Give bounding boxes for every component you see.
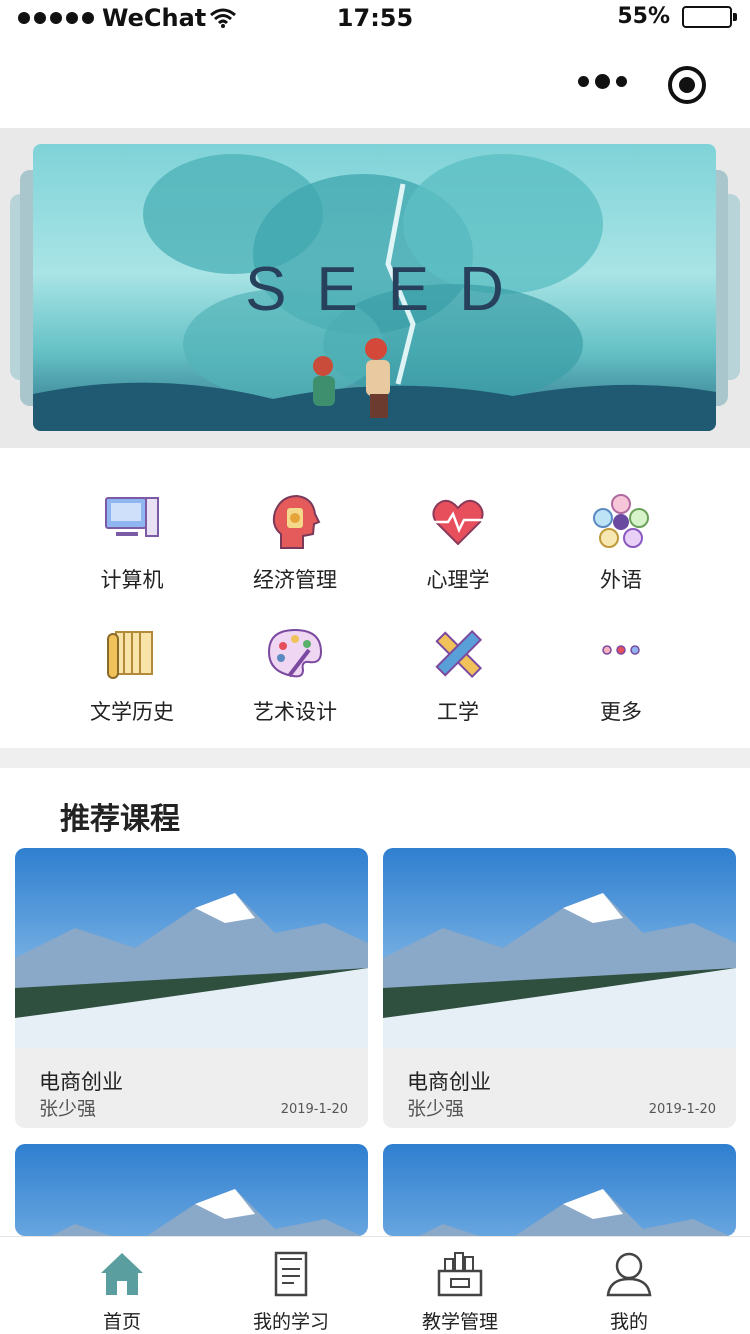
banner-image[interactable]: SEED	[33, 144, 716, 431]
navigation-bar	[0, 40, 750, 128]
banner-carousel[interactable]: SEED	[0, 128, 750, 448]
capsule-close-icon[interactable]	[668, 66, 706, 104]
tab-bar: 首页 我的学习 教学管理 我的	[0, 1236, 750, 1334]
category-label: 更多	[600, 700, 642, 724]
course-date: 2019-1-20	[648, 1102, 716, 1117]
more-dots-icon[interactable]	[578, 74, 627, 89]
management-icon	[437, 1252, 483, 1297]
category-engineering[interactable]: 工学	[383, 624, 533, 726]
ruler-pencil-icon	[435, 629, 483, 679]
palette-icon	[267, 628, 323, 678]
language-circles-icon	[593, 494, 649, 548]
category-label: 经济管理	[253, 568, 337, 592]
category-literature-history[interactable]: 文学历史	[57, 624, 207, 726]
battery-group: 55%	[617, 4, 737, 29]
banner-title: SEED	[245, 255, 534, 324]
category-label: 计算机	[100, 568, 164, 592]
category-label: 心理学	[426, 568, 490, 592]
tab-label: 教学管理	[421, 1311, 498, 1333]
category-psychology[interactable]: 心理学	[383, 492, 533, 594]
category-label: 文学历史	[90, 700, 174, 724]
category-more[interactable]: 更多	[546, 624, 696, 726]
tab-teaching-management[interactable]: 教学管理	[375, 1237, 545, 1334]
category-label: 外语	[600, 568, 642, 592]
course-card[interactable]: 电商创业 张少强 2019-1-20	[15, 848, 368, 1128]
course-image	[383, 1144, 736, 1236]
more-icon	[602, 645, 640, 655]
head-money-icon	[272, 494, 321, 549]
tab-label: 我的	[609, 1311, 648, 1333]
course-image	[15, 848, 368, 1048]
category-art-design[interactable]: 艺术设计	[220, 624, 370, 726]
computer-icon	[105, 497, 159, 537]
course-image	[383, 848, 736, 1048]
section-title: 推荐课程	[60, 802, 180, 837]
section-divider	[0, 748, 750, 768]
course-card[interactable]: 电商创业 张少强 2019-1-20	[383, 848, 736, 1128]
tab-my-study[interactable]: 我的学习	[206, 1237, 376, 1334]
course-card[interactable]	[383, 1144, 736, 1236]
category-label: 艺术设计	[253, 700, 337, 724]
home-icon	[101, 1253, 143, 1295]
status-bar: WeChat 17:55 55%	[0, 0, 750, 40]
tab-label: 首页	[102, 1311, 141, 1333]
battery-percent: 55%	[617, 4, 670, 29]
course-author: 张少强	[407, 1098, 465, 1120]
scroll-icon	[107, 631, 153, 679]
course-card[interactable]	[15, 1144, 368, 1236]
notebook-icon	[274, 1251, 308, 1297]
battery-icon	[682, 5, 737, 28]
heart-pulse-icon	[432, 499, 484, 546]
tab-label: 我的学习	[252, 1311, 329, 1333]
category-label: 工学	[437, 700, 479, 724]
course-image	[15, 1144, 368, 1236]
category-computer[interactable]: 计算机	[57, 492, 207, 594]
category-foreign-language[interactable]: 外语	[546, 492, 696, 594]
course-title: 电商创业	[39, 1070, 123, 1094]
course-author: 张少强	[39, 1098, 97, 1120]
course-date: 2019-1-20	[280, 1102, 348, 1117]
user-icon	[606, 1252, 652, 1297]
tab-home[interactable]: 首页	[37, 1237, 207, 1334]
course-title: 电商创业	[407, 1070, 491, 1094]
tab-mine[interactable]: 我的	[544, 1237, 714, 1334]
category-grid: 计算机 经济管理 心理学 外语 文学历史 艺术设计 工学 更多	[0, 448, 750, 748]
category-economics[interactable]: 经济管理	[220, 492, 370, 594]
